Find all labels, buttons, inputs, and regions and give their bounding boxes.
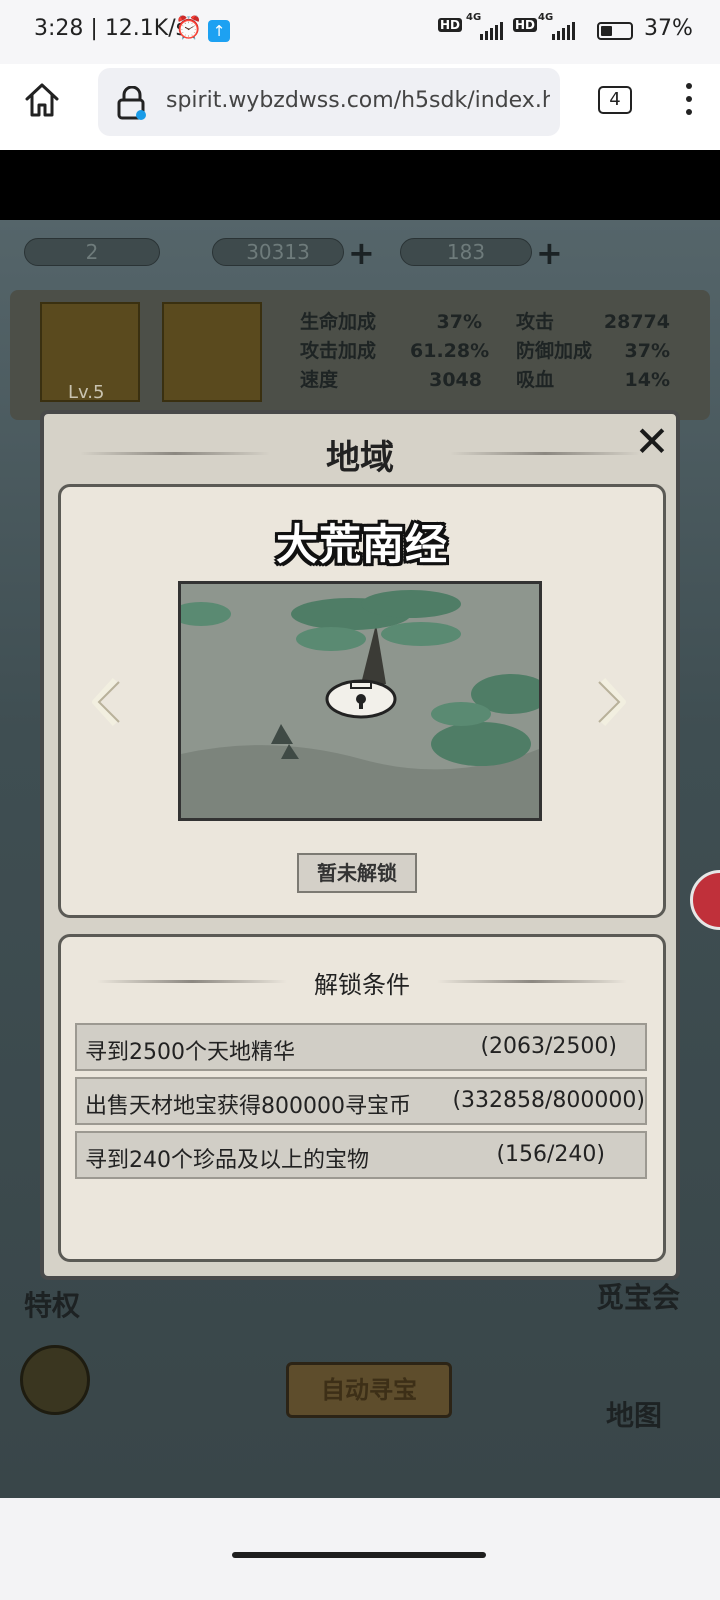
close-icon[interactable]: ✕ — [632, 421, 672, 463]
status-time: 3:28 | 12.1K/s — [34, 16, 188, 41]
battery-percent: 37% — [644, 16, 693, 41]
scroll-portrait[interactable] — [162, 302, 262, 402]
stat-row: 速度 3048 吸血 14% — [300, 369, 670, 391]
prev-arrow-icon[interactable] — [85, 672, 125, 732]
add-gem-icon[interactable]: + — [536, 234, 563, 272]
upload-icon: ↑ — [208, 20, 230, 42]
lock-icon[interactable] — [116, 85, 148, 120]
privilege-label[interactable]: 特权 — [24, 1284, 80, 1324]
url-text[interactable]: spirit.wybzdwss.com/h5sdk/index.html?v — [166, 88, 550, 113]
battery-icon — [597, 22, 633, 40]
condition-row: 出售天材地宝获得800000寻宝币 (332858/800000) — [75, 1077, 647, 1125]
more-menu-icon[interactable] — [676, 80, 702, 120]
condition-label: 寻到240个珍品及以上的宝物 — [85, 1148, 369, 1173]
map-label[interactable]: 地图 — [606, 1394, 662, 1434]
hd-badge: HD — [513, 18, 538, 32]
title-divider — [450, 452, 640, 455]
system-navigation-bar — [0, 1498, 720, 1600]
condition-label: 出售天材地宝获得800000寻宝币 — [85, 1094, 411, 1119]
auto-search-button[interactable]: 自动寻宝 — [286, 1362, 452, 1418]
game-viewport: 2 30313 + 183 + 生命加成 37% 攻击 28774 攻击加成 61.28… — [0, 150, 720, 1498]
signal-icon — [552, 22, 575, 40]
unlock-status-button[interactable]: 暂未解锁 — [297, 853, 417, 893]
condition-progress: (2063/2500) — [480, 1034, 617, 1059]
alarm-icon: ⏰ — [175, 16, 203, 41]
condition-row: 寻到240个珍品及以上的宝物 (156/240) — [75, 1131, 647, 1179]
region-modal: 地域 ✕ 大荒南经 暂未解锁 解锁条件 寻到2500个天地精华 (2063/25… — [40, 410, 680, 1280]
home-icon[interactable] — [22, 80, 62, 120]
conditions-divider — [437, 980, 627, 983]
add-jade-icon[interactable]: + — [348, 234, 375, 272]
region-map-image — [178, 581, 542, 821]
url-bar[interactable]: spirit.wybzdwss.com/h5sdk/index.html?v — [98, 68, 560, 136]
gesture-handle[interactable] — [232, 1552, 486, 1558]
condition-progress: (332858/800000) — [452, 1088, 645, 1113]
back-icon[interactable] — [20, 1345, 90, 1415]
region-name: 大荒南经 — [275, 520, 448, 569]
condition-row: 寻到2500个天地精华 (2063/2500) — [75, 1023, 647, 1071]
energy-counter: 2 — [24, 238, 160, 266]
network-type: 4G — [466, 12, 482, 23]
stat-grid: 生命加成 37% 攻击 28774 攻击加成 61.28% 防御加成 37% 速度 3048 吸… — [300, 308, 680, 395]
jade-counter: 30313 — [212, 238, 344, 266]
condition-progress: (156/240) — [496, 1142, 605, 1167]
treasure-meeting-label[interactable]: 觅宝会 — [596, 1276, 680, 1316]
stat-row: 攻击加成 61.28% 防御加成 37% — [300, 340, 670, 362]
region-panel: 大荒南经 暂未解锁 — [58, 484, 666, 918]
status-bar: 3:28 | 12.1K/s ⏰ ↑ HD 4G HD 4G 37% — [0, 0, 720, 64]
tab-count-button[interactable]: 4 — [598, 86, 632, 114]
stat-row: 生命加成 37% 攻击 28774 — [300, 311, 670, 333]
conditions-panel: 解锁条件 寻到2500个天地精华 (2063/2500) 出售天材地宝获得800… — [58, 934, 666, 1262]
next-arrow-icon[interactable] — [593, 672, 633, 732]
hero-card: 生命加成 37% 攻击 28774 攻击加成 61.28% 防御加成 37% 速度 3048 吸… — [10, 290, 710, 420]
network-type: 4G — [538, 12, 554, 23]
condition-label: 寻到2500个天地精华 — [85, 1040, 295, 1065]
hd-badge: HD — [438, 18, 463, 32]
browser-toolbar: spirit.wybzdwss.com/h5sdk/index.html?v 4 — [0, 64, 720, 150]
hero-level: Lv.5 — [68, 382, 105, 403]
gem-counter: 183 — [400, 238, 532, 266]
signal-icon — [480, 22, 503, 40]
